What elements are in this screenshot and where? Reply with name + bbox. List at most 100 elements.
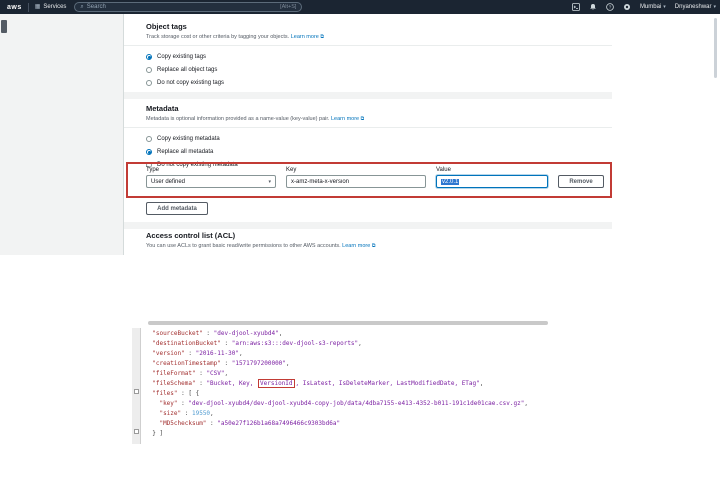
radio-label: Replace all object tags bbox=[157, 67, 217, 73]
object-tags-options: Copy existing tags Replace all object ta… bbox=[146, 48, 602, 87]
chevron-down-icon: ▾ bbox=[713, 4, 716, 10]
value-field: Value v2.0.1 bbox=[436, 167, 548, 188]
code-line: "destinationBucket" : "arn:aws:s3:::dev-… bbox=[145, 339, 528, 349]
code-line: "creationTimestamp" : "1571797200000", bbox=[145, 359, 528, 369]
radio-replace-all-object-tags[interactable]: Replace all object tags bbox=[146, 66, 602, 74]
code-line: "key" : "dev-djool-xyubd4/dev-djool-xyub… bbox=[145, 399, 528, 409]
horizontal-scrollbar[interactable] bbox=[148, 321, 548, 325]
versionid-red-box: VersionId bbox=[258, 379, 295, 388]
spacer-label bbox=[558, 167, 604, 173]
add-metadata-button[interactable]: Add metadata bbox=[146, 202, 208, 215]
card-gap bbox=[124, 92, 612, 99]
services-label: Services bbox=[43, 4, 66, 10]
open-menu-icon[interactable] bbox=[1, 20, 7, 33]
search-placeholder: Search bbox=[87, 4, 277, 10]
value-selected-text: v2.0.1 bbox=[441, 179, 459, 185]
remove-field: Remove bbox=[558, 167, 604, 188]
type-select[interactable]: User defined ▾ bbox=[146, 175, 276, 188]
radio-label: Replace all metadata bbox=[157, 149, 213, 155]
page-scrollbar[interactable] bbox=[714, 18, 717, 78]
object-tags-title: Object tags bbox=[146, 22, 602, 31]
radio-copy-existing-metadata[interactable]: Copy existing metadata bbox=[146, 135, 602, 143]
metadata-description: Metadata is optional information provide… bbox=[146, 116, 602, 122]
learn-more-link[interactable]: Learn more bbox=[342, 243, 370, 249]
radio-label: Copy existing metadata bbox=[157, 136, 220, 142]
metadata-entry-row: Type User defined ▾ Key Value v2.0.1 Rem… bbox=[146, 167, 604, 188]
learn-more-link[interactable]: Learn more bbox=[291, 34, 319, 40]
radio-icon[interactable] bbox=[146, 149, 152, 155]
account-label: Dnyaneshwar bbox=[675, 4, 712, 10]
radio-label: Copy existing tags bbox=[157, 54, 206, 60]
key-input[interactable] bbox=[286, 175, 426, 188]
code-line: "sourceBucket" : "dev-djool-xyubd4", bbox=[145, 329, 528, 339]
region-selector[interactable]: Mumbai ▾ bbox=[640, 4, 666, 10]
external-link-icon: ⧉ bbox=[361, 116, 365, 122]
key-field: Key bbox=[286, 167, 426, 188]
radio-replace-all-metadata[interactable]: Replace all metadata bbox=[146, 148, 602, 156]
key-label: Key bbox=[286, 167, 426, 173]
code-line: } ] bbox=[145, 429, 528, 439]
metadata-options: Copy existing metadata Replace all metad… bbox=[146, 130, 602, 169]
editor-gutter bbox=[132, 328, 141, 444]
acl-description-text: You can use ACLs to grant basic read/wri… bbox=[146, 243, 342, 249]
grid-icon: ▦ bbox=[35, 4, 41, 10]
acl-section: Access control list (ACL) You can use AC… bbox=[146, 231, 602, 249]
code-line: "MD5checksum" : "a50e27f126b1a68a7496466… bbox=[145, 419, 528, 429]
radio-label: Do not copy existing tags bbox=[157, 80, 224, 86]
account-menu[interactable]: Dnyaneshwar ▾ bbox=[675, 4, 716, 10]
help-icon[interactable]: ? bbox=[606, 3, 614, 11]
aws-logo[interactable]: aws bbox=[7, 4, 22, 11]
code-fold-icon[interactable] bbox=[134, 429, 139, 434]
code-line: "size" : 19550, bbox=[145, 409, 528, 419]
remove-button[interactable]: Remove bbox=[558, 175, 604, 188]
search-shortcut: [Alt+S] bbox=[280, 4, 296, 10]
radio-icon[interactable] bbox=[146, 136, 152, 142]
learn-more-link[interactable]: Learn more bbox=[331, 116, 359, 122]
main-content: Object tags Track storage cost or other … bbox=[124, 14, 612, 255]
type-select-value: User defined bbox=[151, 179, 185, 185]
code-line: "fileFormat" : "CSV", bbox=[145, 369, 528, 379]
acl-description: You can use ACLs to grant basic read/wri… bbox=[146, 243, 602, 249]
code-line: "version" : "2016-11-30", bbox=[145, 349, 528, 359]
code-line: "files" : [ { bbox=[145, 389, 528, 399]
radio-copy-existing-tags[interactable]: Copy existing tags bbox=[146, 53, 602, 61]
type-field: Type User defined ▾ bbox=[146, 167, 276, 188]
notifications-bell-icon[interactable] bbox=[589, 3, 597, 11]
section-divider bbox=[124, 45, 612, 46]
object-tags-section: Object tags Track storage cost or other … bbox=[146, 22, 602, 40]
value-label: Value bbox=[436, 167, 548, 173]
manifest-json-snippet: "sourceBucket" : "dev-djool-xyubd4", "de… bbox=[130, 318, 612, 446]
radio-do-not-copy-existing-tags[interactable]: Do not copy existing tags bbox=[146, 79, 602, 87]
svg-text:?: ? bbox=[609, 5, 612, 10]
console-top-bar: aws ▦ Services ⌕ Search [Alt+S] ? Mumbai… bbox=[0, 0, 720, 14]
object-tags-description: Track storage cost or other criteria by … bbox=[146, 34, 602, 40]
value-input[interactable]: v2.0.1 bbox=[436, 175, 548, 188]
code-lines: "sourceBucket" : "dev-djool-xyubd4", "de… bbox=[145, 329, 528, 439]
key-input-text[interactable] bbox=[291, 179, 421, 185]
metadata-title: Metadata bbox=[146, 104, 602, 113]
metadata-section: Metadata Metadata is optional informatio… bbox=[146, 104, 602, 122]
region-label: Mumbai bbox=[640, 4, 661, 10]
object-tags-description-text: Track storage cost or other criteria by … bbox=[146, 34, 291, 40]
topbar-divider bbox=[28, 3, 29, 12]
chevron-down-icon: ▾ bbox=[663, 4, 666, 10]
cloudshell-icon[interactable] bbox=[572, 3, 580, 11]
collapsed-side-panel bbox=[0, 14, 124, 255]
code-fold-icon[interactable] bbox=[134, 389, 139, 394]
metadata-description-text: Metadata is optional information provide… bbox=[146, 116, 331, 122]
section-divider bbox=[124, 127, 612, 128]
code-line: "fileSchema" : "Bucket, Key, VersionId, … bbox=[145, 379, 528, 389]
select-caret-icon: ▾ bbox=[268, 179, 271, 185]
settings-gear-icon[interactable] bbox=[623, 3, 631, 11]
radio-icon[interactable] bbox=[146, 54, 152, 60]
card-gap bbox=[124, 222, 612, 229]
external-link-icon: ⧉ bbox=[372, 243, 376, 249]
search-icon: ⌕ bbox=[80, 4, 83, 10]
radio-icon[interactable] bbox=[146, 67, 152, 73]
services-menu[interactable]: ▦ Services bbox=[35, 4, 67, 10]
acl-title: Access control list (ACL) bbox=[146, 231, 602, 240]
radio-icon[interactable] bbox=[146, 80, 152, 86]
search-input[interactable]: ⌕ Search [Alt+S] bbox=[74, 2, 302, 12]
type-label: Type bbox=[146, 167, 276, 173]
external-link-icon: ⧉ bbox=[320, 34, 324, 40]
